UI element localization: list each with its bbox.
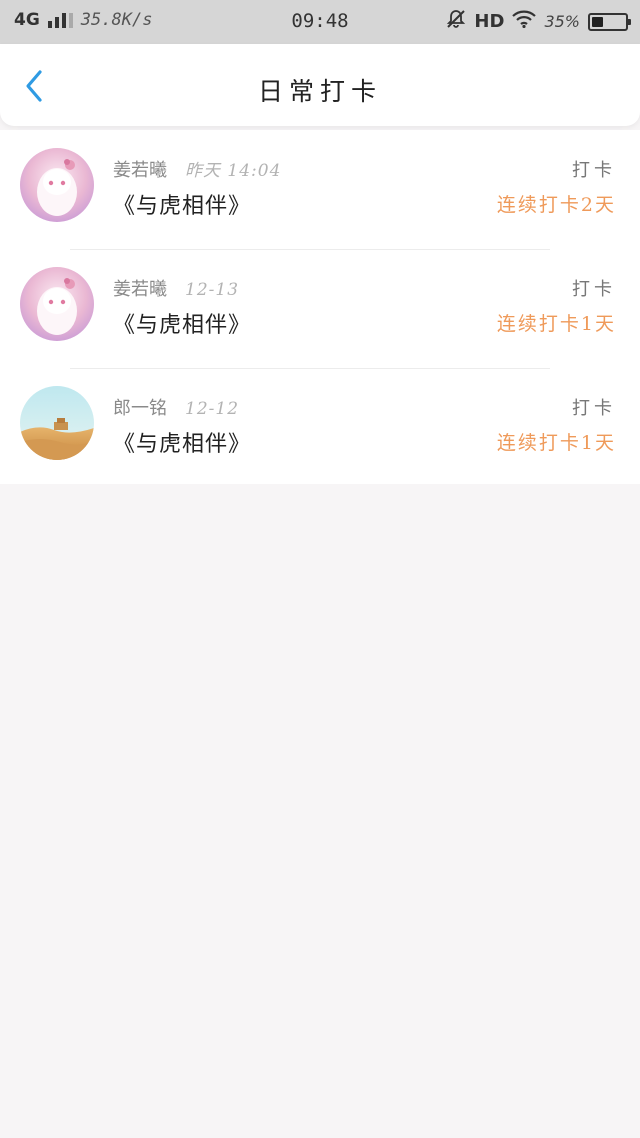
- user-name: 姜若曦: [113, 160, 167, 181]
- streak-label: 连续打卡2天: [496, 194, 616, 216]
- battery-icon: [588, 12, 631, 31]
- avatar[interactable]: [20, 386, 94, 460]
- battery-percent: 35%: [544, 12, 580, 31]
- checkin-time: 12-12: [185, 399, 240, 419]
- streak-label: 连续打卡1天: [496, 432, 616, 454]
- checkin-time: 昨天 14:04: [185, 161, 282, 181]
- checkin-type: 打卡: [572, 160, 616, 181]
- checkin-list: 姜若曦 昨天 14:04 《与虎相伴》 打卡 连续打卡2天 姜若曦 12-13 …: [0, 130, 640, 484]
- nav-bar: 日常打卡: [0, 44, 640, 126]
- checkin-type: 打卡: [572, 279, 616, 300]
- list-item[interactable]: 郎一铭 12-12 《与虎相伴》 打卡 连续打卡1天: [0, 368, 640, 487]
- wifi-icon: [512, 10, 537, 33]
- streak-label: 连续打卡1天: [496, 313, 616, 335]
- book-title: 《与虎相伴》: [113, 313, 252, 338]
- checkin-type: 打卡: [572, 398, 616, 419]
- user-name: 郎一铭: [113, 398, 167, 419]
- book-title: 《与虎相伴》: [113, 432, 252, 457]
- list-item[interactable]: 姜若曦 昨天 14:04 《与虎相伴》 打卡 连续打卡2天: [0, 130, 640, 249]
- avatar[interactable]: [20, 148, 94, 222]
- mute-bell-icon: [446, 9, 466, 34]
- status-bar: 4G 35.8K/s 09:48 HD 35%: [0, 0, 640, 44]
- checkin-time: 12-13: [185, 280, 240, 300]
- book-title: 《与虎相伴》: [113, 194, 252, 219]
- list-item[interactable]: 姜若曦 12-13 《与虎相伴》 打卡 连续打卡1天: [0, 249, 640, 368]
- avatar[interactable]: [20, 267, 94, 341]
- hd-indicator: HD: [474, 11, 505, 32]
- page-title: 日常打卡: [257, 77, 382, 106]
- user-name: 姜若曦: [113, 279, 167, 300]
